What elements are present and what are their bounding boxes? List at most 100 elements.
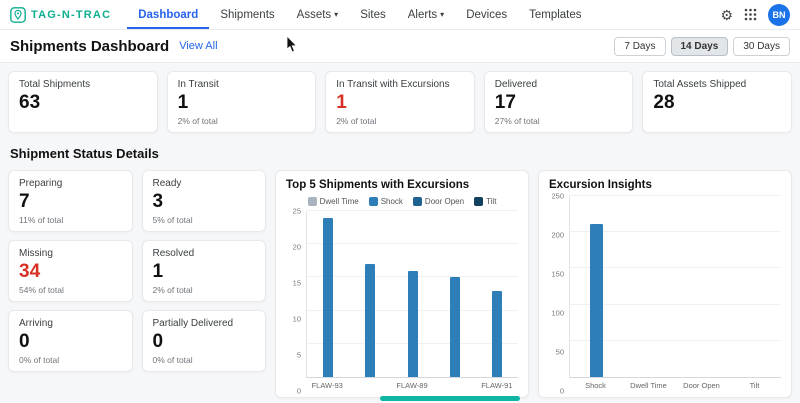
legend-item-door-open[interactable]: Door Open	[412, 197, 464, 206]
y-tick-label: 250	[551, 191, 564, 201]
x-tick-label: FLAW-93	[311, 381, 343, 390]
nav-alerts-label: Alerts	[407, 8, 438, 21]
y-tick-label: 5	[296, 350, 301, 360]
status-sub: 0% of total	[19, 354, 60, 365]
kpi-value: 1	[177, 92, 189, 113]
page-title: Shipments Dashboard	[10, 37, 170, 55]
date-range-selector: 7 Days 14 Days 30 Days	[614, 36, 790, 56]
apps-grid-icon[interactable]	[744, 8, 757, 21]
status-label: Partially Delivered	[152, 318, 234, 329]
nav-sites[interactable]: Sites	[349, 0, 397, 29]
bar-item-2[interactable]	[365, 264, 376, 377]
nav-templates[interactable]: Templates	[518, 0, 592, 29]
status-card-partially-delivered[interactable]: Partially Delivered 0 0% of total	[141, 310, 266, 372]
y-axis: 0 50 100 150 200 250	[549, 192, 569, 396]
legend-item-tilt[interactable]: Tilt	[474, 197, 496, 206]
x-axis: FLAW-93 FLAW-89 FLAW-91	[306, 378, 518, 391]
legend-item-shock[interactable]: Shock	[368, 197, 403, 206]
kpi-delivered[interactable]: Delivered 17 27% of total	[483, 71, 634, 133]
status-label: Missing	[19, 248, 53, 259]
brand-logo[interactable]: TAG-N-TRAC	[10, 0, 111, 29]
kpi-total-shipments[interactable]: Total Shipments 63	[8, 71, 158, 133]
nav-assets[interactable]: Assets ▾	[286, 0, 350, 29]
plot-area	[306, 210, 518, 378]
nav-assets-label: Assets	[296, 8, 332, 21]
y-tick-label: 15	[292, 278, 301, 288]
range-30-days-button[interactable]: 30 Days	[733, 36, 790, 56]
status-card-missing[interactable]: Missing 34 54% of total	[8, 240, 133, 302]
plot-wrap: Shock Dwell Time Door Open Tilt	[569, 195, 781, 391]
kpi-label: Delivered	[494, 79, 538, 90]
bar-slot	[676, 196, 729, 377]
chart-title: Excursion Insights	[549, 179, 652, 191]
status-value: 34	[19, 261, 41, 282]
bar-flaw-93[interactable]	[323, 217, 334, 377]
page-header: Shipments Dashboard View All 7 Days 14 D…	[0, 30, 800, 63]
kpi-value: 1	[336, 92, 347, 113]
dashboard-content: Total Shipments 63 In Transit 1 2% of to…	[0, 63, 800, 398]
nav-devices[interactable]: Devices	[455, 0, 518, 29]
status-value: 3	[152, 191, 164, 212]
bar-slot	[391, 211, 433, 377]
chart-legend: Dwell Time Shock Door Open Tilt	[286, 197, 518, 206]
chart-body: 0 50 100 150 200 250 Shock Dwell Time Door Open…	[549, 192, 781, 396]
range-7-days-button[interactable]: 7 Days	[614, 36, 666, 56]
bar-slot	[570, 196, 623, 377]
chevron-down-icon: ▾	[334, 10, 339, 19]
kpi-label: In Transit with Excursions	[336, 79, 450, 90]
y-tick-label: 0	[296, 386, 301, 396]
y-tick-label: 20	[292, 242, 301, 252]
brand-name: TAG-N-TRAC	[31, 8, 112, 21]
legend-label: Tilt	[486, 197, 497, 206]
kpi-label: Total Assets Shipped	[653, 79, 747, 90]
bar-item-4[interactable]	[449, 277, 460, 377]
status-card-arriving[interactable]: Arriving 0 0% of total	[8, 310, 133, 372]
status-card-resolved[interactable]: Resolved 1 2% of total	[141, 240, 266, 302]
x-tick-label: FLAW-91	[481, 381, 513, 390]
kpi-in-transit[interactable]: In Transit 1 2% of total	[166, 71, 317, 133]
chart-body: 0 5 10 15 20 25 FLAW-93 FLAW-89 FLAW-91	[286, 207, 518, 396]
kpi-row: Total Shipments 63 In Transit 1 2% of to…	[8, 71, 792, 133]
gear-icon[interactable]: ⚙	[720, 8, 733, 22]
x-tick-label: Shock	[585, 381, 606, 390]
bar-flaw-91[interactable]	[491, 290, 502, 377]
user-avatar[interactable]: BN	[768, 3, 790, 26]
bar-slot	[434, 211, 476, 377]
kpi-total-assets-shipped[interactable]: Total Assets Shipped 28	[642, 71, 792, 133]
kpi-value: 17	[494, 92, 516, 113]
horizontal-scrollbar-thumb[interactable]	[380, 396, 520, 401]
kpi-value: 63	[19, 92, 41, 113]
plot-area	[569, 195, 781, 378]
kpi-in-transit-with-excursions[interactable]: In Transit with Excursions 1 2% of total	[325, 71, 475, 133]
nav-dashboard[interactable]: Dashboard	[127, 0, 210, 29]
nav-alerts[interactable]: Alerts ▾	[397, 0, 455, 29]
x-tick-label: Tilt	[749, 381, 760, 390]
status-card-preparing[interactable]: Preparing 7 11% of total	[8, 170, 133, 232]
legend-swatch	[412, 197, 422, 206]
location-pin-icon	[10, 6, 26, 23]
kpi-label: Total Shipments	[19, 79, 91, 90]
chart-excursion-insights: Excursion Insights 0 50 100 150 200 250 Shock…	[538, 170, 792, 398]
status-value: 0	[19, 331, 30, 352]
status-sub: 11% of total	[19, 214, 64, 225]
legend-item-dwell-time[interactable]: Dwell Time	[307, 197, 359, 206]
y-tick-label: 150	[551, 269, 564, 279]
x-tick-label: Door Open	[683, 381, 720, 390]
y-tick-label: 50	[555, 347, 564, 357]
range-14-days-button[interactable]: 14 Days	[670, 36, 729, 56]
y-tick-label: 25	[292, 206, 301, 216]
bar-flaw-89[interactable]	[407, 270, 418, 377]
legend-swatch	[368, 197, 378, 206]
status-value: 1	[152, 261, 164, 282]
status-card-ready[interactable]: Ready 3 5% of total	[141, 170, 266, 232]
status-label: Resolved	[152, 248, 195, 259]
view-all-link[interactable]: View All	[179, 40, 217, 52]
top-navbar: TAG-N-TRAC Dashboard Shipments Assets ▾ …	[0, 0, 800, 30]
status-sub: 5% of total	[152, 214, 193, 225]
bar-shock[interactable]	[589, 223, 603, 377]
bar-slot	[476, 211, 518, 377]
kpi-sub: 27% of total	[494, 115, 540, 126]
y-tick-label: 100	[551, 308, 564, 318]
nav-shipments[interactable]: Shipments	[209, 0, 285, 29]
legend-swatch	[474, 197, 484, 206]
